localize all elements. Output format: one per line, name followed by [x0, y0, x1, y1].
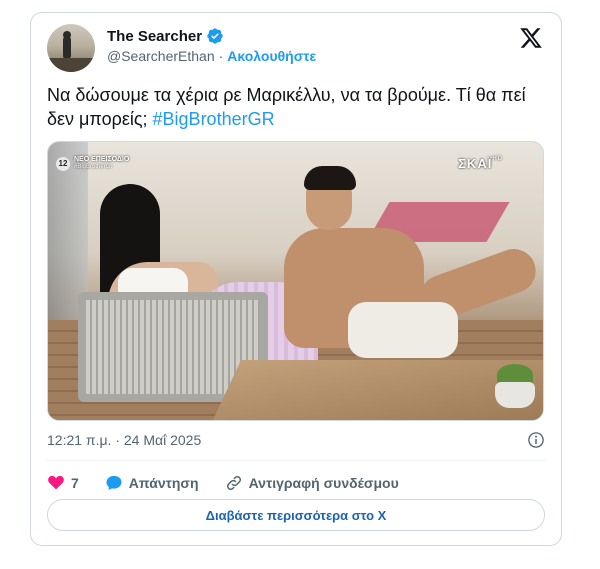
reply-label: Απάντηση	[128, 475, 199, 491]
channel-hd: HD	[492, 156, 503, 162]
copy-link-button[interactable]: Αντιγραφή συνδέσμου	[225, 474, 399, 492]
display-name[interactable]: The Searcher	[107, 28, 202, 45]
channel-logo: ΣΚΑΪHD	[458, 156, 503, 171]
divider	[47, 460, 545, 461]
like-button[interactable]: 7	[47, 474, 79, 492]
rating-badge: 12	[56, 156, 70, 171]
reply-bubble-icon	[106, 475, 122, 491]
channel-name: ΣΚΑΪ	[458, 156, 493, 171]
heart-icon	[48, 475, 64, 490]
like-count: 7	[71, 475, 79, 491]
tweet-timestamp[interactable]: 12:21 π.μ. · 24 Μαΐ 2025	[47, 432, 201, 448]
avatar-ground	[47, 58, 95, 72]
reply-button[interactable]: Απάντηση	[105, 474, 199, 492]
info-icon[interactable]	[527, 431, 545, 449]
avatar[interactable]	[47, 24, 95, 72]
media-man-hair	[304, 166, 356, 190]
episode-label: ΝΕΟ ΕΠΕΙΣΟΔΙΟ	[74, 156, 130, 163]
action-bar: 7 Απάντηση Αντιγραφή συνδέσμου	[47, 470, 425, 496]
tweet-body: Να δώσουμε τα χέρια ρε Μαρικέλλυ, να τα …	[47, 85, 526, 129]
episode-badge: 12 ΝΕΟ ΕΠΕΙΣΟΔΙΟ #BigBrotherGr	[56, 156, 129, 171]
tweet-header: The Searcher @SearcherEthan · Ακολουθήστ…	[47, 24, 545, 72]
media-plant-pot	[495, 382, 535, 408]
verified-badge-icon	[207, 28, 223, 44]
tweet-text: Να δώσουμε τα χέρια ρε Μαρικέλλυ, να τα …	[47, 83, 541, 131]
handle-row: @SearcherEthan · Ακολουθήστε	[107, 48, 316, 64]
episode-sub-label: #BigBrotherGr	[74, 164, 113, 170]
tweet-embed-card: The Searcher @SearcherEthan · Ακολουθήστ…	[30, 12, 562, 546]
episode-label-group: ΝΕΟ ΕΠΕΙΣΟΔΙΟ #BigBrotherGr	[74, 156, 129, 171]
media-man-shorts	[348, 302, 458, 358]
read-more-button[interactable]: Διαβάστε περισσότερα στο X	[47, 499, 545, 531]
handle[interactable]: @SearcherEthan	[107, 48, 215, 64]
name-row: The Searcher	[107, 27, 224, 45]
separator-dot: ·	[218, 48, 224, 64]
link-icon	[226, 475, 241, 491]
avatar-figure	[63, 36, 71, 58]
copy-link-label: Αντιγραφή συνδέσμου	[248, 475, 399, 491]
tweet-media-image[interactable]: 12 ΝΕΟ ΕΠΕΙΣΟΔΙΟ #BigBrotherGr ΣΚΑΪHD	[47, 141, 544, 421]
hashtag-link[interactable]: #BigBrotherGR	[153, 109, 275, 129]
follow-button[interactable]: Ακολουθήστε	[227, 48, 316, 64]
x-logo-icon[interactable]	[519, 26, 543, 50]
